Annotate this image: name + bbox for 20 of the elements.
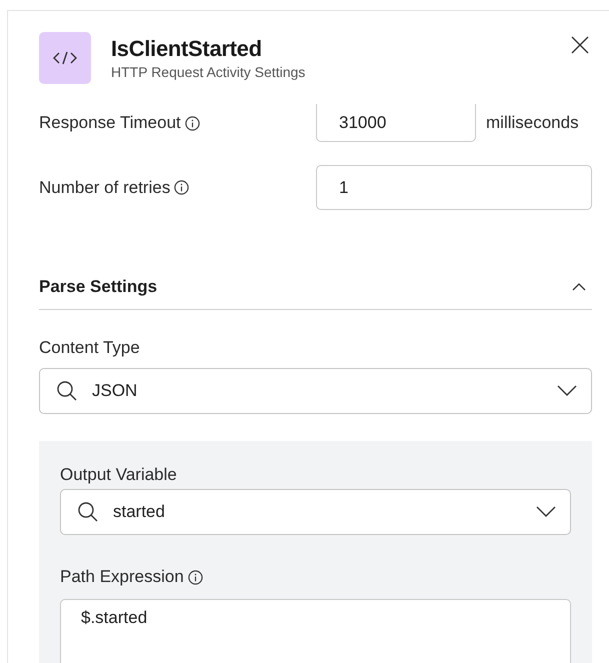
field-label: Content Type xyxy=(39,338,140,358)
field-label: Path Expression xyxy=(60,567,184,587)
panel-title: IsClientStarted xyxy=(111,36,263,62)
output-variable-select[interactable]: started xyxy=(60,489,571,535)
chevron-up-icon xyxy=(572,283,586,291)
field-label: Output Variable xyxy=(60,465,177,485)
number-input[interactable]: 31000 xyxy=(316,104,476,142)
number-input[interactable]: 1 xyxy=(316,165,592,210)
chevron-down-icon xyxy=(557,385,577,397)
search-icon xyxy=(77,501,99,523)
unit-label: milliseconds xyxy=(486,113,579,133)
code-icon xyxy=(39,32,91,84)
field-label: Number of retries xyxy=(39,178,170,198)
section-header[interactable]: Parse Settings xyxy=(39,265,592,310)
field-label: Response Timeout xyxy=(39,113,181,133)
panel-subtitle: HTTP Request Activity Settings xyxy=(111,63,306,81)
content-type-select[interactable]: JSON xyxy=(39,368,592,414)
search-icon xyxy=(56,380,78,402)
path-expression-field[interactable]: $.started xyxy=(60,599,571,663)
chevron-down-icon xyxy=(536,506,556,518)
